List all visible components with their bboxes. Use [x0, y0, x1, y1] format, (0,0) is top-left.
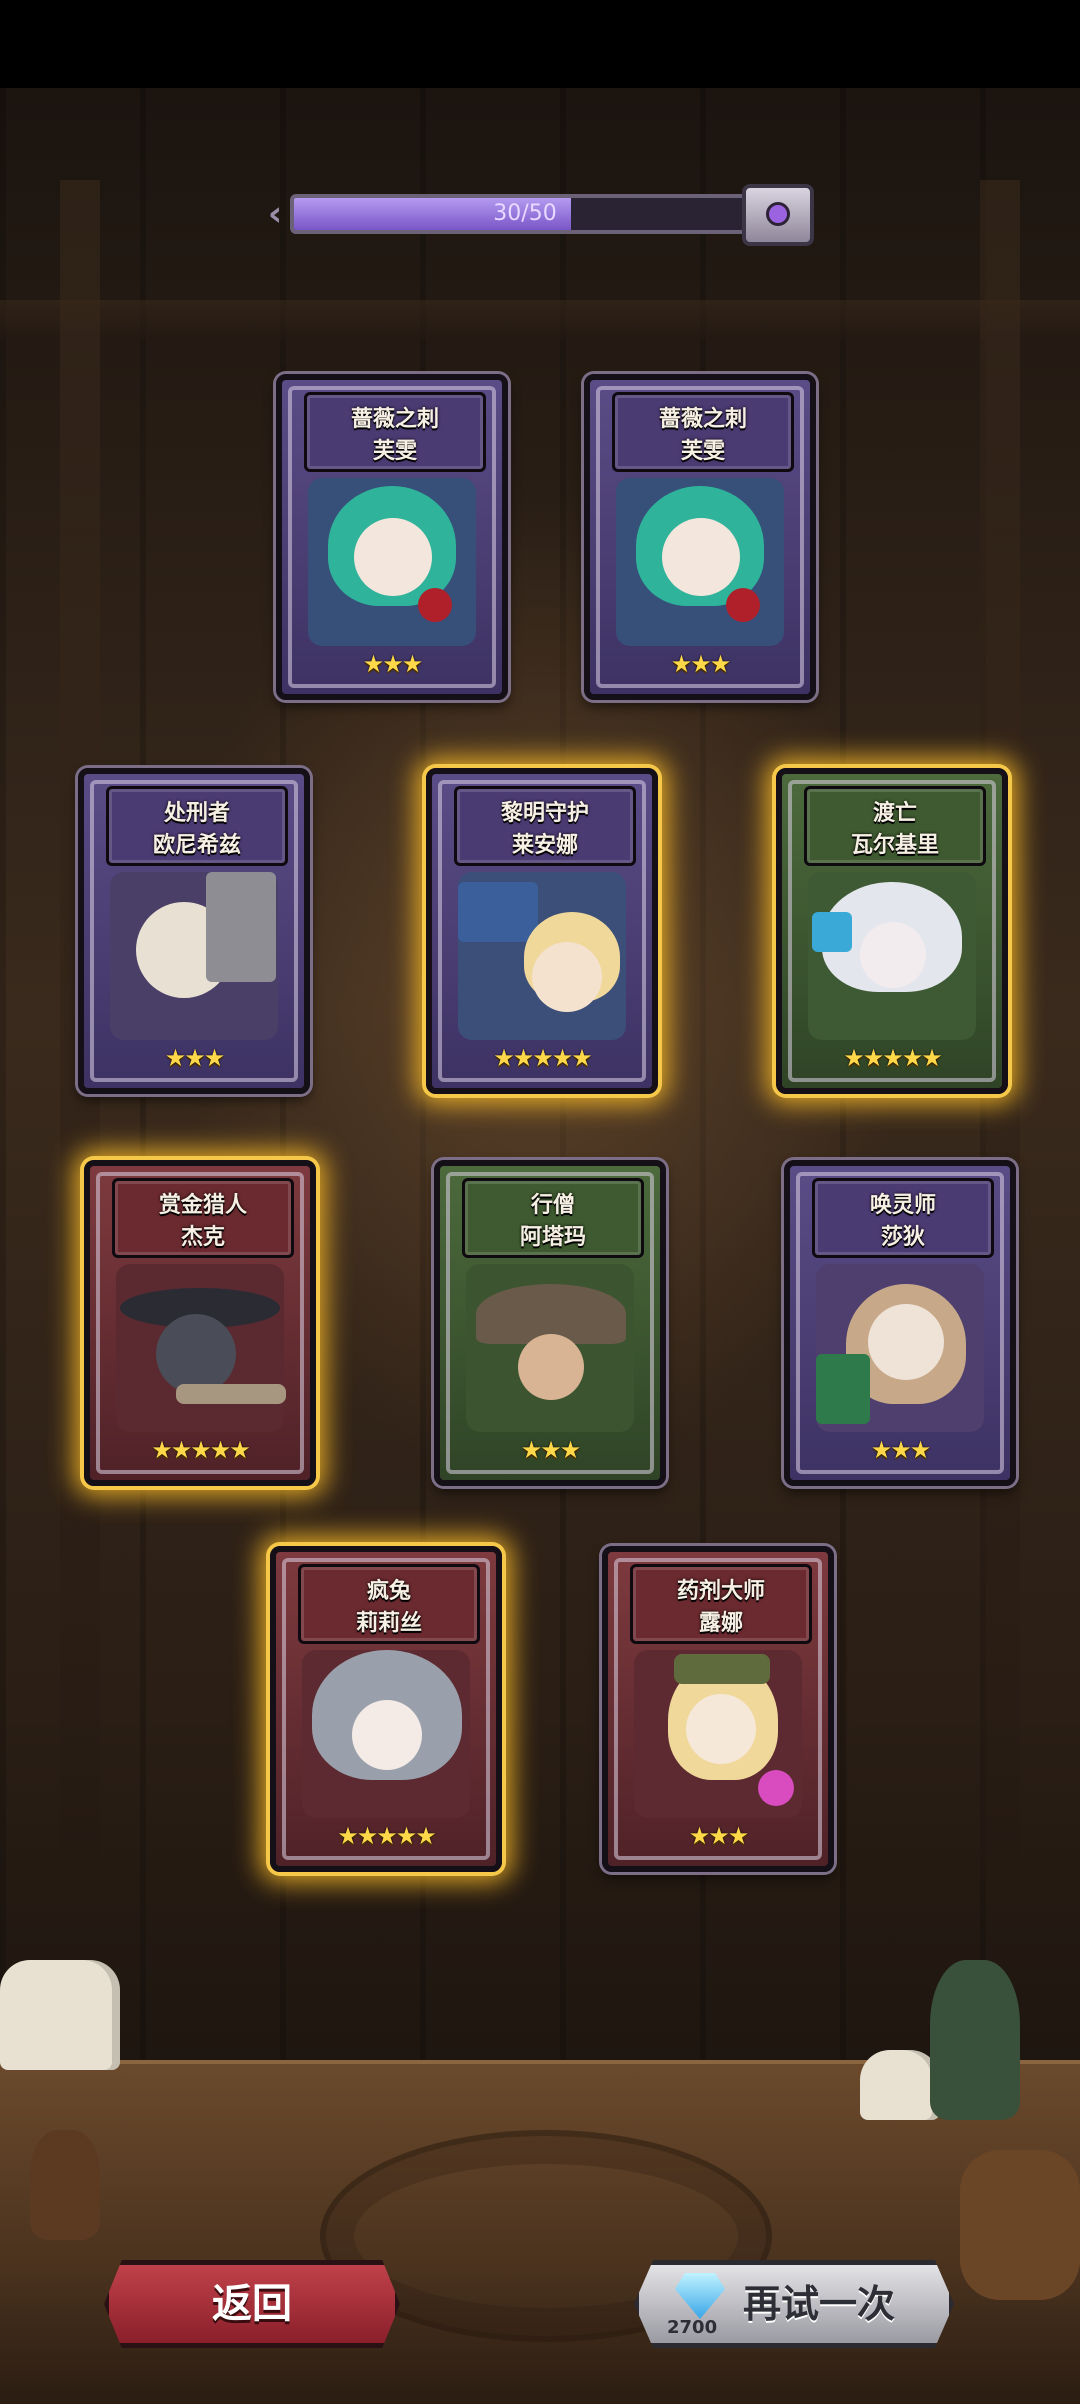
- star-rating: ★★★★★: [90, 1436, 310, 1464]
- card-name-plate: 疯兔 莉莉丝: [298, 1564, 480, 1644]
- hero-portrait: [458, 872, 626, 1040]
- hero-card[interactable]: 黎明守护 莱安娜 ★★★★★: [426, 768, 658, 1094]
- card-name-plate: 赏金猎人 杰克: [112, 1178, 294, 1258]
- hero-portrait: [110, 872, 278, 1040]
- hero-portrait: [616, 478, 784, 646]
- hero-card[interactable]: 赏金猎人 杰克 ★★★★★: [84, 1160, 316, 1486]
- star-rating: ★★★★★: [276, 1822, 496, 1850]
- hero-card[interactable]: 处刑者 欧尼希兹 ★★★: [78, 768, 310, 1094]
- hero-card[interactable]: 药剂大师 露娜 ★★★: [602, 1546, 834, 1872]
- card-title: 黎明守护: [457, 795, 633, 827]
- retry-button[interactable]: 2700 再试一次: [634, 2260, 954, 2348]
- hero-portrait: [634, 1650, 802, 1818]
- card-title: 疯兔: [301, 1573, 477, 1605]
- progress-track: 30/50: [290, 194, 760, 234]
- card-title: 蔷薇之刺: [307, 401, 483, 433]
- card-title: 赏金猎人: [115, 1187, 291, 1219]
- card-title: 渡亡: [807, 795, 983, 827]
- star-rating: ★★★★★: [782, 1044, 1002, 1072]
- star-rating: ★★★★★: [432, 1044, 652, 1072]
- card-hero-name: 阿塔玛: [465, 1219, 641, 1251]
- card-name-plate: 黎明守护 莱安娜: [454, 786, 636, 866]
- retry-label: 再试一次: [743, 2265, 895, 2343]
- card-hero-name: 莱安娜: [457, 827, 633, 859]
- card-hero-name: 芙雯: [307, 433, 483, 465]
- card-title: 唤灵师: [815, 1187, 991, 1219]
- reward-chest-icon[interactable]: [742, 184, 814, 246]
- star-rating: ★★★: [84, 1044, 304, 1072]
- hero-card[interactable]: 唤灵师 莎狄 ★★★: [784, 1160, 1016, 1486]
- hero-portrait: [816, 1264, 984, 1432]
- retry-cost: 2700: [667, 2317, 717, 2338]
- bottle-green: [930, 1960, 1020, 2120]
- hero-portrait: [308, 478, 476, 646]
- card-name-plate: 药剂大师 露娜: [630, 1564, 812, 1644]
- card-hero-name: 欧尼希兹: [109, 827, 285, 859]
- hero-portrait: [808, 872, 976, 1040]
- card-hero-name: 莉莉丝: [301, 1605, 477, 1637]
- card-name-plate: 蔷薇之刺 芙雯: [612, 392, 794, 472]
- hero-card[interactable]: 疯兔 莉莉丝 ★★★★★: [270, 1546, 502, 1872]
- hero-portrait: [466, 1264, 634, 1432]
- hero-portrait: [116, 1264, 284, 1432]
- card-hero-name: 露娜: [633, 1605, 809, 1637]
- progress-bar: ‹‹ 30/50: [268, 184, 818, 246]
- card-hero-name: 莎狄: [815, 1219, 991, 1251]
- card-title: 行僧: [465, 1187, 641, 1219]
- card-name-plate: 处刑者 欧尼希兹: [106, 786, 288, 866]
- ceiling-beam: [0, 300, 1080, 340]
- candle-left: [0, 1960, 120, 2070]
- card-name-plate: 蔷薇之刺 芙雯: [304, 392, 486, 472]
- star-rating: ★★★: [608, 1822, 828, 1850]
- card-name-plate: 行僧 阿塔玛: [462, 1178, 644, 1258]
- card-title: 蔷薇之刺: [615, 401, 791, 433]
- progress-text: 30/50: [294, 198, 756, 230]
- back-button[interactable]: 返回: [104, 2260, 400, 2348]
- star-rating: ★★★: [590, 650, 810, 678]
- hero-card[interactable]: 蔷薇之刺 芙雯 ★★★: [584, 374, 816, 700]
- card-name-plate: 渡亡 瓦尔基里: [804, 786, 986, 866]
- hero-portrait: [302, 1650, 470, 1818]
- candle-right: [860, 2050, 940, 2120]
- hero-card[interactable]: 行僧 阿塔玛 ★★★: [434, 1160, 666, 1486]
- star-rating: ★★★: [790, 1436, 1010, 1464]
- chest-gem: [766, 202, 790, 226]
- card-title: 处刑者: [109, 795, 285, 827]
- card-hero-name: 芙雯: [615, 433, 791, 465]
- star-rating: ★★★: [282, 650, 502, 678]
- star-rating: ★★★: [440, 1436, 660, 1464]
- bottle-brown: [30, 2130, 100, 2240]
- barrel: [960, 2150, 1080, 2300]
- hero-card[interactable]: 渡亡 瓦尔基里 ★★★★★: [776, 768, 1008, 1094]
- hero-card[interactable]: 蔷薇之刺 芙雯 ★★★: [276, 374, 508, 700]
- card-hero-name: 杰克: [115, 1219, 291, 1251]
- card-title: 药剂大师: [633, 1573, 809, 1605]
- diamond-icon: [675, 2273, 725, 2319]
- card-name-plate: 唤灵师 莎狄: [812, 1178, 994, 1258]
- card-hero-name: 瓦尔基里: [807, 827, 983, 859]
- status-bar: [0, 0, 1080, 88]
